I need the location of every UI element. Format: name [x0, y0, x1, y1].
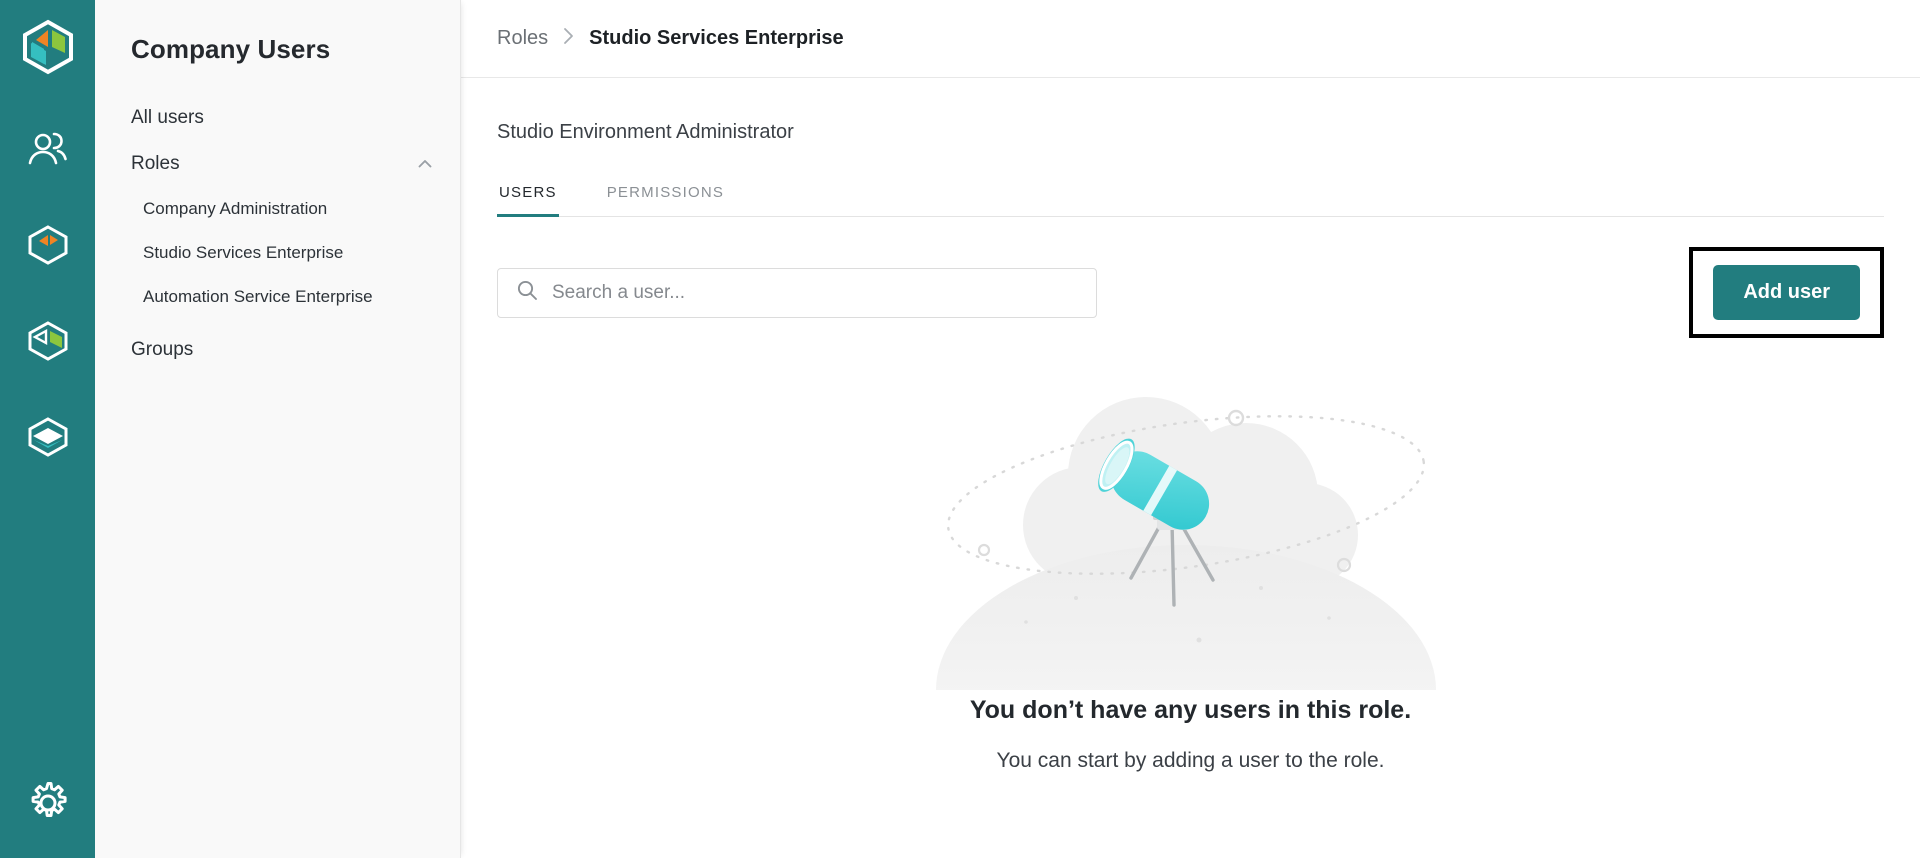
main-content: Roles Studio Services Enterprise Studio … — [461, 0, 1920, 858]
nav-list: All users Roles Company Administration S… — [95, 95, 460, 373]
tab-users[interactable]: USERS — [497, 180, 559, 217]
tab-permissions[interactable]: PERMISSIONS — [605, 180, 726, 217]
sidebar-item-automation-hub[interactable] — [18, 311, 78, 371]
sidebar-item-groups[interactable]: Groups — [95, 327, 460, 373]
sidebar-item-role-company-administration[interactable]: Company Administration — [95, 187, 460, 231]
sidebar-item-data-service[interactable] — [18, 407, 78, 467]
sidebar-item-orchestrator[interactable] — [18, 215, 78, 275]
role-subtitle: Studio Environment Administrator — [461, 78, 1920, 144]
nav-item-label: Groups — [131, 339, 193, 361]
sidebar-item-settings[interactable] — [0, 780, 95, 826]
breadcrumb-parent-link[interactable]: Roles — [497, 27, 548, 50]
secondary-nav-panel: Company Users All users Roles Company Ad… — [95, 0, 461, 858]
search-icon — [516, 279, 538, 306]
product-logo-icon[interactable] — [19, 18, 77, 81]
rail-item-list — [18, 119, 78, 503]
nav-item-label: Roles — [131, 153, 180, 175]
nav-subitem-label: Automation Service Enterprise — [143, 287, 373, 307]
app-root: Company Users All users Roles Company Ad… — [0, 0, 1920, 858]
empty-state-title: You don’t have any users in this role. — [970, 696, 1411, 725]
search-box[interactable] — [497, 268, 1097, 318]
sidebar-item-role-studio-services-enterprise[interactable]: Studio Services Enterprise — [95, 231, 460, 275]
breadcrumb: Roles Studio Services Enterprise — [461, 0, 1920, 78]
search-input[interactable] — [552, 282, 1078, 304]
nav-item-label: All users — [131, 107, 204, 129]
cube-green-icon — [24, 319, 72, 363]
cube-orange-icon — [24, 223, 72, 267]
chevron-right-icon — [562, 26, 575, 51]
users-icon — [26, 129, 70, 169]
sidebar-item-users[interactable] — [18, 119, 78, 179]
toolbar: Add user — [497, 247, 1884, 338]
page-title: Company Users — [95, 0, 460, 65]
cube-teal-icon — [24, 415, 72, 459]
sidebar-item-all-users[interactable]: All users — [95, 95, 460, 141]
sidebar-item-role-automation-service-enterprise[interactable]: Automation Service Enterprise — [95, 275, 460, 319]
add-user-button[interactable]: Add user — [1713, 265, 1860, 320]
sidebar-item-roles[interactable]: Roles — [95, 141, 460, 187]
tab-bar: USERS PERMISSIONS — [497, 180, 1884, 217]
gear-icon — [25, 780, 71, 826]
nav-subitem-label: Company Administration — [143, 199, 327, 219]
breadcrumb-current: Studio Services Enterprise — [589, 27, 844, 50]
empty-state: You don’t have any users in this role. Y… — [461, 338, 1920, 858]
nav-subitem-label: Studio Services Enterprise — [143, 243, 343, 263]
add-user-highlight-box: Add user — [1689, 247, 1884, 338]
chevron-up-icon[interactable] — [416, 155, 434, 173]
empty-state-subtitle: You can start by adding a user to the ro… — [997, 749, 1385, 773]
telescope-illustration — [931, 360, 1451, 690]
icon-rail — [0, 0, 95, 858]
